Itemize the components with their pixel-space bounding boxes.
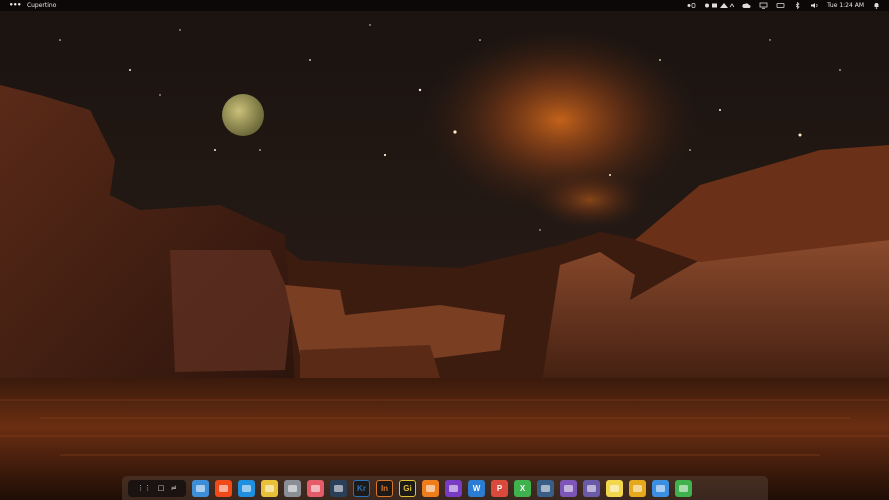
gif-icon[interactable]: Gi (399, 479, 416, 497)
archive-icon[interactable] (284, 479, 301, 497)
launcher-icon[interactable] (629, 479, 646, 497)
desktop-wallpaper (0, 0, 889, 500)
dock: ⋮⋮ □ ≓ Kr In Gi W P X (122, 476, 768, 500)
krita-icon[interactable]: Kr (353, 479, 370, 497)
display-icon[interactable] (759, 2, 768, 9)
video-player-icon[interactable] (445, 479, 462, 497)
spreadsheet-label: X (519, 483, 526, 493)
apps-grid-icon[interactable]: ⋮⋮ (137, 484, 151, 492)
screenshot-icon[interactable] (307, 479, 324, 497)
clock[interactable]: Tue 1:24 AM (827, 0, 864, 11)
word-label: W (472, 483, 481, 493)
terminal-icon[interactable] (537, 479, 554, 497)
brave-icon[interactable] (215, 479, 232, 497)
steam-icon[interactable] (330, 479, 347, 497)
indesign-icon[interactable]: In (376, 479, 393, 497)
spreadsheet-icon[interactable]: X (514, 479, 531, 497)
presentation-icon[interactable]: P (491, 479, 508, 497)
workspace-label[interactable]: Cupertino (27, 0, 56, 11)
gif-label: Gi (403, 483, 412, 493)
file-manager-icon[interactable] (192, 479, 209, 497)
sticky-notes-icon[interactable] (606, 479, 623, 497)
presentation-label: P (496, 483, 503, 493)
orange-app-icon[interactable] (422, 479, 439, 497)
keyboard-icon[interactable] (776, 2, 785, 9)
workspace-switcher[interactable]: ⋮⋮ □ ≓ (128, 479, 186, 497)
indesign-label: In (380, 483, 389, 493)
indicator-icons[interactable] (704, 2, 735, 9)
downloads-icon[interactable] (652, 479, 669, 497)
multitasking-icon[interactable]: ≓ (171, 484, 177, 492)
trash-icon[interactable] (675, 479, 692, 497)
bluetooth-icon[interactable] (793, 2, 802, 9)
notes-icon[interactable] (261, 479, 278, 497)
cloud-icon[interactable] (742, 2, 751, 9)
camera-icon[interactable] (560, 479, 577, 497)
system-tray-icons[interactable] (687, 2, 696, 9)
top-panel: ••• Cupertino Tue 1:24 AM (0, 0, 889, 11)
applications-menu-button[interactable]: ••• (9, 0, 21, 11)
notifications-icon[interactable] (872, 2, 881, 9)
volume-icon[interactable] (810, 2, 819, 9)
vscode-icon[interactable] (238, 479, 255, 497)
window-icon[interactable]: □ (158, 484, 165, 492)
word-icon[interactable]: W (468, 479, 485, 497)
game-icon[interactable] (583, 479, 600, 497)
krita-label: Kr (357, 483, 366, 493)
